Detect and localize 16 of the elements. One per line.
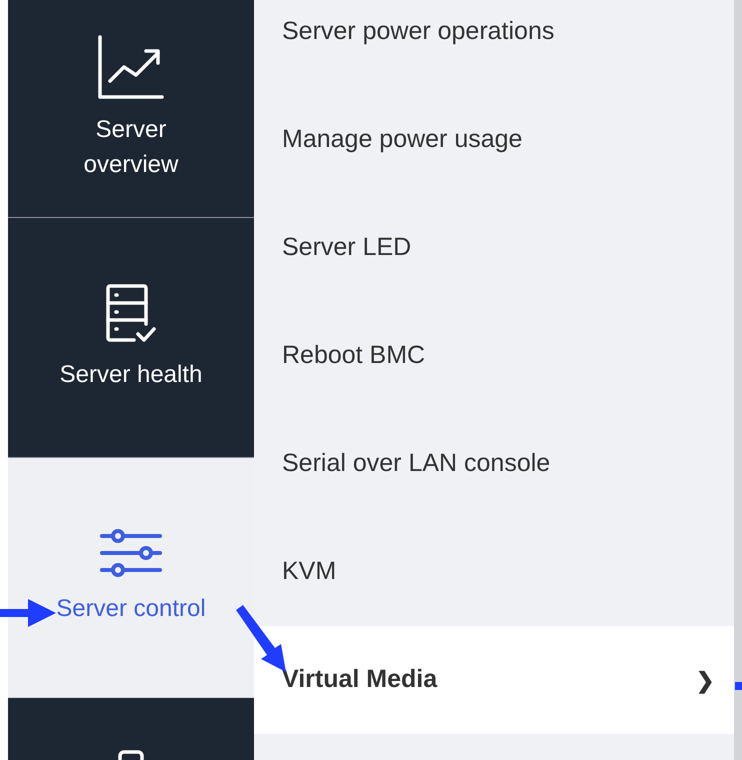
sidebar-item[interactable]: Server control — [8, 458, 254, 698]
annotation-arrow — [0, 596, 58, 630]
submenu-item[interactable]: KVM — [254, 518, 734, 626]
sliders-icon — [100, 528, 162, 578]
sidebar-item[interactable]: Server health — [8, 218, 254, 458]
sidebar-item[interactable]: Server overview — [8, 0, 254, 218]
annotation-mark — [735, 682, 742, 690]
submenu-item[interactable]: Virtual Media ❯ — [254, 626, 734, 734]
chart-icon — [98, 34, 164, 99]
submenu-item[interactable]: Manage power usage — [254, 86, 734, 194]
server-check-icon — [104, 282, 158, 344]
submenu-item[interactable]: Server LED — [254, 194, 734, 302]
submenu-item[interactable]: Serial over LAN console — [254, 410, 734, 518]
submenu-item[interactable]: Server power operations — [254, 0, 734, 86]
chevron-icon: ❯ — [696, 664, 714, 696]
submenu-item[interactable]: Reboot BMC — [254, 302, 734, 410]
